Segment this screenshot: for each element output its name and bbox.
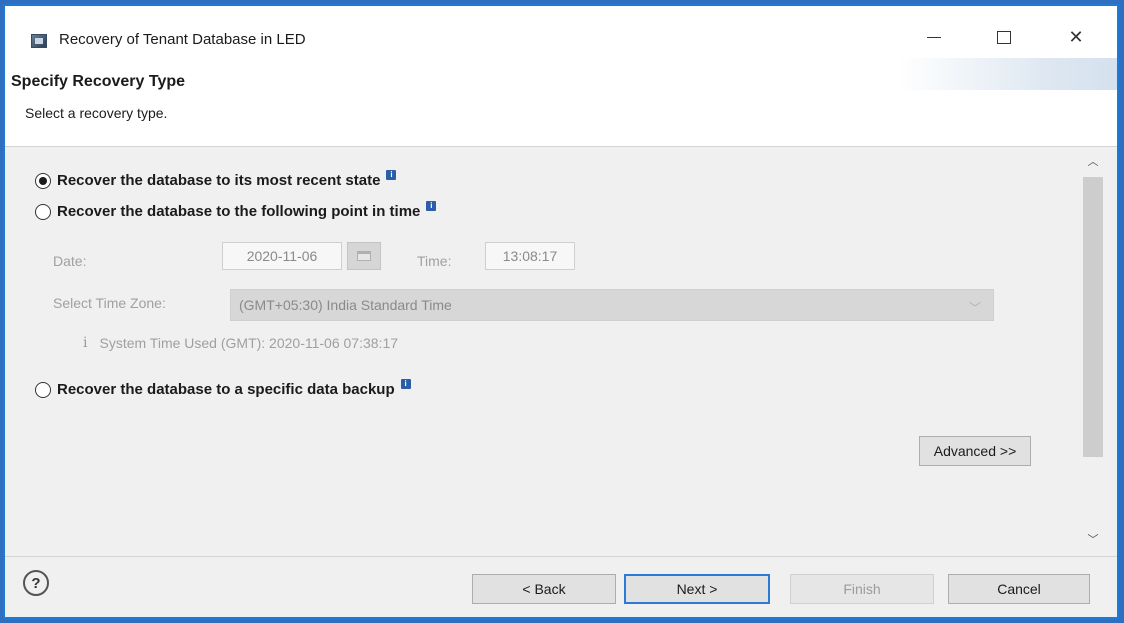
info-badge-icon[interactable]: i [400,378,411,389]
info-badge-icon[interactable]: i [386,169,397,180]
timezone-label: Select Time Zone: [53,295,166,311]
app-window-icon [31,34,47,48]
back-button[interactable]: < Back [472,574,616,604]
info-icon: i [83,335,88,351]
time-field[interactable]: 13:08:17 [485,242,575,270]
advanced-button[interactable]: Advanced >> [919,436,1031,466]
time-label: Time: [417,253,452,269]
radio-point-in-time[interactable] [35,203,51,220]
close-button[interactable]: ✕ [1053,20,1099,54]
page-subtitle: Select a recovery type. [25,105,168,121]
minimize-icon [927,36,941,38]
system-time-info: i System Time Used (GMT): 2020-11-06 07:… [83,335,398,351]
timezone-select[interactable]: (GMT+05:30) India Standard Time ﹀ [230,289,994,321]
option-point-in-time[interactable]: Recover the database to the following po… [35,200,437,220]
maximize-icon [997,30,1011,44]
cancel-button[interactable]: Cancel [948,574,1090,604]
scroll-up-icon[interactable]: ︿ [1081,149,1105,173]
content-area: Recover the database to its most recent … [5,147,1081,556]
option-data-backup-label: Recover the database to a specific data … [57,381,395,398]
finish-button[interactable]: Finish [790,574,934,604]
window-title: Recovery of Tenant Database in LED [59,31,306,48]
option-data-backup[interactable]: Recover the database to a specific data … [35,378,411,398]
date-field[interactable]: 2020-11-06 [222,242,342,270]
close-icon: ✕ [1068,26,1084,47]
button-bar: ? < Back Next > Finish Cancel [5,556,1117,617]
help-icon[interactable]: ? [23,570,49,596]
next-button[interactable]: Next > [624,574,770,604]
wizard-header: Specify Recovery Type Select a recovery … [5,58,1117,147]
info-badge-icon[interactable]: i [426,200,437,211]
calendar-icon [357,251,371,261]
chevron-down-icon: ﹀ [968,301,981,315]
radio-data-backup[interactable] [35,381,51,398]
system-time-text: System Time Used (GMT): 2020-11-06 07:38… [99,335,399,351]
title-bar: Recovery of Tenant Database in LED ✕ [5,6,1117,58]
scroll-thumb[interactable] [1083,177,1103,457]
minimize-button[interactable] [911,20,957,54]
option-recent-state-label: Recover the database to its most recent … [57,172,381,189]
option-recent-state[interactable]: Recover the database to its most recent … [35,169,397,189]
page-title: Specify Recovery Type [11,73,186,90]
option-point-in-time-label: Recover the database to the following po… [57,203,421,220]
scroll-down-icon[interactable]: ﹀ [1081,527,1105,551]
timezone-value: (GMT+05:30) India Standard Time [239,297,452,313]
radio-recent-state[interactable] [35,172,51,189]
vertical-scrollbar[interactable]: ︿ ﹀ [1081,147,1105,556]
calendar-button[interactable] [347,242,381,270]
header-decoration [897,58,1117,90]
date-label: Date: [53,253,87,269]
maximize-button[interactable] [981,20,1027,54]
dialog-window: Recovery of Tenant Database in LED ✕ Spe… [3,4,1119,619]
